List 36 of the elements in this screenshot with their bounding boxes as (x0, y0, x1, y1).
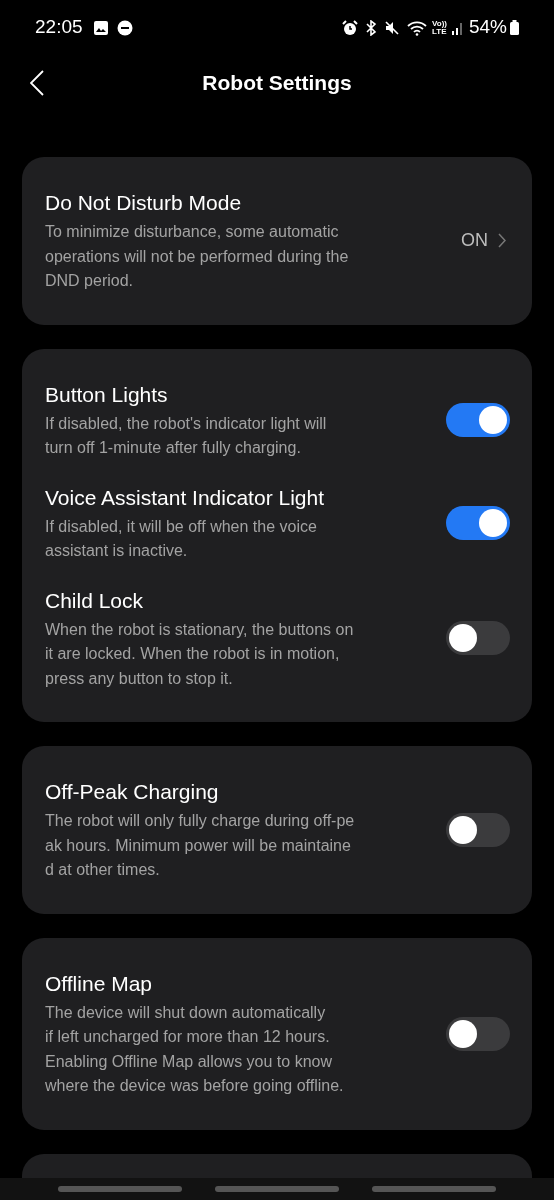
setting-description: If disabled, the robot's indicator light will turn off 1-minute after fully charging. (45, 413, 328, 458)
setting-description: When the robot is stationary, the buttons on it are locked. When the robot is in motion, press any button to stop it. (45, 619, 355, 689)
setting-title: Do Not Disturb Mode (45, 190, 243, 216)
setting-title: Off-Peak Charging (45, 779, 220, 805)
bluetooth-icon (365, 19, 377, 36)
chevron-right-icon[interactable] (498, 233, 506, 249)
volte-label: Vo)) (432, 19, 447, 28)
do-not-disturb-icon (116, 19, 133, 36)
toggle-switch[interactable] (446, 1016, 510, 1051)
toggle-switch[interactable] (446, 812, 510, 847)
back-icon[interactable] (30, 70, 44, 96)
setting-title: Button Lights (45, 381, 169, 408)
lte-label: LTE (432, 27, 447, 36)
setting-title: Child Lock (45, 587, 145, 614)
setting-title: Voice Assistant Indicator Light (45, 484, 325, 511)
alarm-icon (342, 19, 358, 36)
battery-icon (510, 20, 519, 35)
setting-description: The robot will only fully charge during off-pe ak hours. Minimum power will be maintaine d at other times. (45, 811, 356, 880)
setting-value[interactable]: ON (461, 227, 488, 255)
battery-percent: 54% (468, 15, 507, 40)
wifi-icon (407, 19, 427, 36)
setting-title: Offline Map (45, 970, 153, 997)
signal-icon (451, 20, 464, 35)
page-title: Robot Settings (202, 70, 352, 97)
nav-bar-handle[interactable] (58, 1186, 182, 1192)
toggle-switch[interactable] (446, 621, 510, 656)
toggle-switch[interactable] (446, 403, 510, 437)
setting-description: If disabled, it will be off when the voice assistant is inactive. (45, 516, 318, 561)
mute-icon (384, 19, 400, 36)
setting-description: To minimize disturbance, some automatic operations will not be performed during the DND period. (45, 222, 350, 291)
setting-description: The device will shut down automatically if left uncharged for more than 12 hours. Enabling Offline Map allows you to know where the device was before going offline. (45, 1002, 345, 1096)
toggle-switch[interactable] (446, 506, 510, 540)
nav-bar-handle[interactable] (215, 1186, 339, 1192)
nav-bar-handle[interactable] (372, 1186, 496, 1192)
status-time: 22:05 (35, 15, 83, 40)
image-icon (92, 19, 109, 36)
